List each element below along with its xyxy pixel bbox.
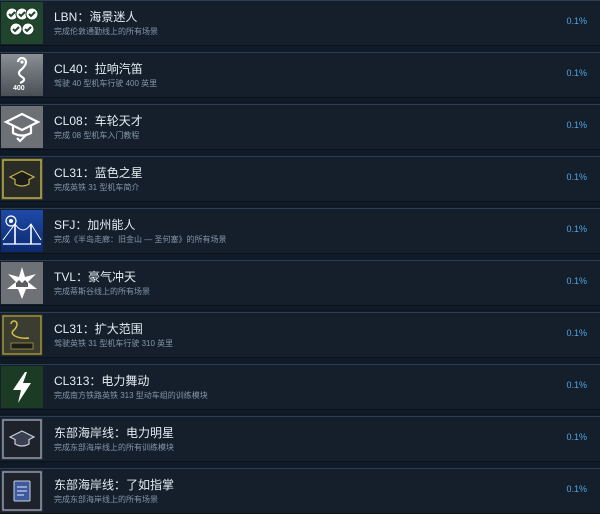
achievement-description: 完成南方铁路英铁 313 型动车组的训练模块 <box>54 391 208 400</box>
achievement-description: 完成《半岛走廊：旧金山 — 圣何塞》的所有场景 <box>54 235 227 244</box>
unlock-percentage: 0.1% <box>566 328 587 338</box>
star-burst-icon <box>1 262 43 304</box>
checkmarks-icon <box>1 2 43 44</box>
achievement-title: 东部海岸线：了如指掌 <box>54 478 175 492</box>
achievement-title: CL40：拉响汽笛 <box>54 62 143 76</box>
achievement-description: 完成伦敦通勤线上的所有场景 <box>54 27 158 36</box>
achievement-title: SFJ：加州能人 <box>54 218 136 232</box>
achievement-row[interactable]: CL313：电力舞动 完成南方铁路英铁 313 型动车组的训练模块 0.1% <box>0 364 600 410</box>
unlock-percentage: 0.1% <box>566 172 587 182</box>
achievement-title: CL08：车轮天才 <box>54 114 143 128</box>
achievement-list: LBN：海景迷人 完成伦敦通勤线上的所有场景 0.1% 400 CL40：拉响汽… <box>0 0 600 514</box>
bridge-icon <box>1 210 43 252</box>
unlock-percentage: 0.1% <box>566 276 587 286</box>
unlock-percentage: 0.1% <box>566 224 587 234</box>
map-route-icon <box>1 314 43 356</box>
achievement-title: CL313：电力舞动 <box>54 374 150 388</box>
achievement-title: LBN：海景迷人 <box>54 10 138 24</box>
achievement-row[interactable]: CL31：蓝色之星 完成英铁 31 型机车简介 0.1% <box>0 156 600 202</box>
achievement-title: CL31：扩大范围 <box>54 322 143 336</box>
achievement-description: 完成 08 型机车入门教程 <box>54 131 140 140</box>
achievement-title: CL31：蓝色之星 <box>54 166 143 180</box>
achievement-row[interactable]: CL08：车轮天才 完成 08 型机车入门教程 0.1% <box>0 104 600 150</box>
unlock-percentage: 0.1% <box>566 432 587 442</box>
unlock-percentage: 0.1% <box>566 68 587 78</box>
unlock-percentage: 0.1% <box>566 120 587 130</box>
achievement-row[interactable]: 400 CL40：拉响汽笛 驾驶 40 型机车行驶 400 英里 0.1% <box>0 52 600 98</box>
achievement-row[interactable]: 东部海岸线：了如指掌 完成东部海岸线上的所有场景 0.1% <box>0 468 600 514</box>
unlock-percentage: 0.1% <box>566 484 587 494</box>
unlock-percentage: 0.1% <box>566 380 587 390</box>
lightning-icon <box>1 366 43 408</box>
achievement-row[interactable]: 东部海岸线：电力明星 完成东部海岸线上的所有训练模块 0.1% <box>0 416 600 462</box>
achievement-description: 驾驶英铁 31 型机车行驶 310 英里 <box>54 339 174 348</box>
achievement-description: 完成东部海岸线上的所有训练模块 <box>54 443 174 452</box>
graduation-cap-icon <box>1 106 43 148</box>
achievement-description: 完成东部海岸线上的所有场景 <box>54 495 158 504</box>
gold-cap-icon <box>1 158 43 200</box>
achievement-row[interactable]: CL31：扩大范围 驾驶英铁 31 型机车行驶 310 英里 0.1% <box>0 312 600 358</box>
achievement-row[interactable]: SFJ：加州能人 完成《半岛走廊：旧金山 — 圣何塞》的所有场景 0.1% <box>0 208 600 254</box>
achievement-description: 驾驶 40 型机车行驶 400 英里 <box>54 79 158 88</box>
achievement-description: 完成蒂斯谷线上的所有场景 <box>54 287 150 296</box>
achievement-row[interactable]: TVL：豪气冲天 完成蒂斯谷线上的所有场景 0.1% <box>0 260 600 306</box>
achievement-row[interactable]: LBN：海景迷人 完成伦敦通勤线上的所有场景 0.1% <box>0 0 600 46</box>
unlock-percentage: 0.1% <box>566 16 587 26</box>
badge-number: 400 <box>13 85 25 92</box>
book-icon <box>1 470 43 512</box>
achievement-title: 东部海岸线：电力明星 <box>54 426 175 440</box>
achievement-title: TVL：豪气冲天 <box>54 270 137 284</box>
achievement-description: 完成英铁 31 型机车简介 <box>54 183 140 192</box>
cap-frame-icon <box>1 418 43 460</box>
